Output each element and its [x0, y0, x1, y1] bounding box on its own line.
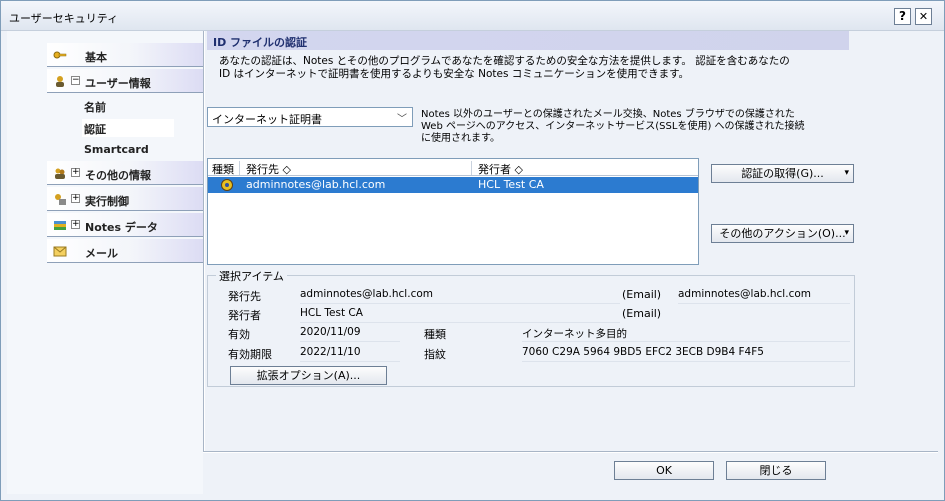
- valid-from-value: 2020/11/09: [300, 326, 400, 342]
- sidebar-item-label: メール: [85, 247, 118, 260]
- issuer-label: 発行者: [228, 309, 261, 322]
- fingerprint-label: 指紋: [424, 348, 446, 361]
- expires-label: 有効期限: [228, 348, 272, 361]
- mail-icon: [53, 246, 67, 257]
- sidebar-subitem-name[interactable]: 名前: [84, 99, 106, 115]
- column-header-type[interactable]: 種類: [208, 161, 240, 176]
- extended-options-button[interactable]: 拡張オプション(A)...: [230, 366, 387, 385]
- sidebar: 基本 − ユーザー情報 名前 認証 Smartcard + その他の情報 + 実…: [7, 31, 203, 494]
- people-icon: [55, 168, 65, 179]
- issued-to-label: 発行先: [228, 290, 261, 303]
- section-description: あなたの認証は、Notes とその他のプログラムであなたを確認するための安全な方…: [219, 55, 849, 81]
- sidebar-item-notes-data[interactable]: + Notes データ: [47, 213, 203, 237]
- horizontal-divider: [203, 451, 938, 453]
- section-title: ID ファイルの認証: [207, 31, 849, 50]
- sidebar-item-other-info[interactable]: + その他の情報: [47, 161, 203, 185]
- help-button[interactable]: ?: [894, 8, 911, 25]
- expand-icon[interactable]: +: [71, 220, 80, 229]
- get-certificate-button[interactable]: 認証の取得(G)... ▾: [711, 164, 854, 183]
- issued-to-value: adminnotes@lab.hcl.com: [300, 288, 620, 304]
- sidebar-item-mail[interactable]: メール: [47, 239, 203, 263]
- button-label: 認証の取得(G)...: [741, 167, 824, 180]
- expand-icon[interactable]: +: [71, 194, 80, 203]
- cell-issuer: HCL Test CA: [478, 178, 544, 191]
- sidebar-subitem-smartcard[interactable]: Smartcard: [84, 143, 149, 156]
- sidebar-item-label: ユーザー情報: [85, 77, 151, 90]
- sidebar-item-label: 実行制御: [85, 195, 129, 208]
- certificate-icon: [221, 179, 233, 191]
- button-label: その他のアクション(O)...: [719, 227, 846, 240]
- description-line: あなたの認証は、Notes とその他のプログラムであなたを確認するための安全な方…: [219, 55, 790, 67]
- column-header-issued-to[interactable]: 発行先 ◇: [242, 161, 472, 176]
- cell-issued-to: adminnotes@lab.hcl.com: [246, 178, 386, 191]
- close-window-button[interactable]: ✕: [915, 8, 932, 25]
- email-label: (Email): [622, 288, 662, 301]
- description-line: Notes 以外のユーザーとの保護されたメール交換、Notes ブラウザでの保護…: [421, 109, 795, 120]
- title-bar: ユーザーセキュリティ ? ✕: [1, 1, 944, 31]
- issuer-value: HCL Test CA: [300, 307, 620, 323]
- description-line: に使用されます。: [421, 133, 500, 144]
- certificate-type-description: Notes 以外のユーザーとの保護されたメール交換、Notes ブラウザでの保護…: [421, 109, 849, 145]
- sidebar-item-execution-control[interactable]: + 実行制御: [47, 187, 203, 211]
- sidebar-item-basic[interactable]: 基本: [47, 43, 203, 67]
- dropdown-arrow-icon: ▾: [844, 168, 849, 178]
- chevron-down-icon: ﹀: [397, 114, 407, 125]
- certificate-type-select[interactable]: インターネット証明書 ﹀: [207, 107, 413, 127]
- key-icon: [53, 51, 67, 59]
- selected-item-group: 選択アイテム 発行先 adminnotes@lab.hcl.com (Email…: [207, 268, 855, 387]
- control-icon: [55, 194, 66, 205]
- certificate-type-value: インターネット証明書: [212, 113, 322, 126]
- description-line: ID はインターネットで証明書を使用するよりも安全な Notes コミュニケーシ…: [219, 68, 690, 80]
- database-icon: [54, 221, 66, 230]
- group-title: 選択アイテム: [216, 268, 287, 284]
- valid-label: 有効: [228, 328, 250, 341]
- close-button[interactable]: 閉じる: [726, 461, 826, 480]
- kind-label: 種類: [424, 328, 446, 341]
- email-value: adminnotes@lab.hcl.com: [678, 288, 850, 304]
- kind-value: インターネット多目的: [522, 326, 850, 342]
- table-row[interactable]: adminnotes@lab.hcl.com HCL Test CA: [208, 177, 698, 193]
- sidebar-item-label: 基本: [85, 51, 107, 64]
- sidebar-item-label: Notes データ: [85, 221, 158, 234]
- other-actions-button[interactable]: その他のアクション(O)... ▾: [711, 224, 854, 243]
- expand-icon[interactable]: +: [71, 168, 80, 177]
- sidebar-item-label: その他の情報: [85, 169, 151, 182]
- user-icon: [56, 76, 64, 87]
- expires-value: 2022/11/10: [300, 346, 400, 362]
- sidebar-subitem-certificates[interactable]: 認証: [82, 119, 174, 137]
- ok-button[interactable]: OK: [614, 461, 714, 480]
- collapse-icon[interactable]: −: [71, 76, 80, 85]
- description-line: Web ページへのアクセス、インターネットサービス(SSLを使用) への保護され…: [421, 121, 805, 132]
- window-title: ユーザーセキュリティ: [9, 12, 119, 25]
- email-label: (Email): [622, 307, 662, 320]
- sidebar-item-user-info[interactable]: − ユーザー情報: [47, 69, 203, 93]
- dialog-body: 基本 − ユーザー情報 名前 認証 Smartcard + その他の情報 + 実…: [7, 31, 938, 494]
- list-header: 種類 発行先 ◇ 発行者 ◇: [208, 159, 698, 176]
- fingerprint-value: 7060 C29A 5964 9BD5 EFC2 3ECB D9B4 F4F5: [522, 346, 850, 362]
- dropdown-arrow-icon: ▾: [844, 228, 849, 238]
- certificate-list[interactable]: 種類 発行先 ◇ 発行者 ◇ adminnotes@lab.hcl.com HC…: [207, 158, 699, 265]
- vertical-divider: [203, 31, 205, 451]
- column-header-issuer[interactable]: 発行者 ◇: [474, 161, 698, 176]
- user-security-dialog: ユーザーセキュリティ ? ✕ 基本 − ユーザー情報 名前 認証 Smartca…: [0, 0, 945, 501]
